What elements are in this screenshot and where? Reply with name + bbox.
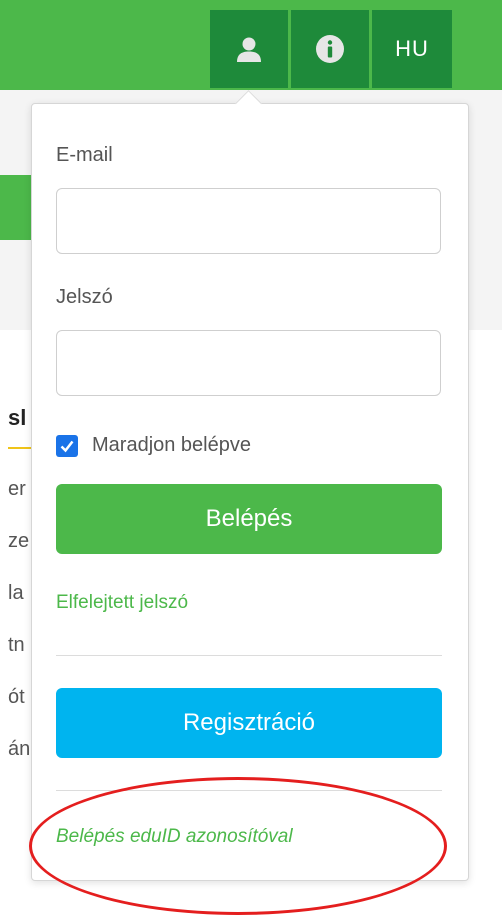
background-text-line: er bbox=[8, 478, 26, 500]
remember-me-label: Maradjon belépve bbox=[92, 434, 251, 456]
divider bbox=[56, 655, 442, 656]
background-text-line: ze bbox=[8, 530, 30, 552]
top-navigation-bar: HU bbox=[0, 0, 502, 90]
info-button[interactable] bbox=[291, 10, 369, 88]
email-label: E-mail bbox=[56, 144, 113, 166]
background-text-line: la bbox=[8, 582, 24, 604]
language-label: HU bbox=[395, 36, 429, 61]
remember-me-checkbox[interactable] bbox=[56, 434, 78, 457]
background-text-line: ót bbox=[8, 686, 25, 708]
background-heading: sl bbox=[8, 405, 27, 430]
register-button[interactable]: Regisztráció bbox=[56, 688, 442, 758]
divider bbox=[56, 790, 442, 791]
forgot-password-link[interactable]: Elfelejtett jelszó bbox=[56, 592, 188, 614]
email-field[interactable] bbox=[56, 188, 441, 254]
language-switch[interactable]: HU bbox=[372, 10, 452, 88]
background-text-line: tn bbox=[8, 634, 25, 656]
check-icon bbox=[60, 440, 74, 452]
info-icon bbox=[316, 35, 344, 63]
password-field[interactable] bbox=[56, 330, 441, 396]
background-text-line: án bbox=[8, 738, 31, 760]
remember-me-row[interactable]: Maradjon belépve bbox=[56, 434, 251, 457]
user-menu-button[interactable] bbox=[210, 10, 288, 88]
login-button[interactable]: Belépés bbox=[56, 484, 442, 554]
eduid-login-link[interactable]: Belépés eduID azonosítóval bbox=[56, 826, 293, 848]
password-label: Jelszó bbox=[56, 286, 113, 308]
user-icon bbox=[237, 37, 261, 62]
login-dropdown: E-mail Jelszó Maradjon belépve Belépés E… bbox=[31, 103, 469, 881]
